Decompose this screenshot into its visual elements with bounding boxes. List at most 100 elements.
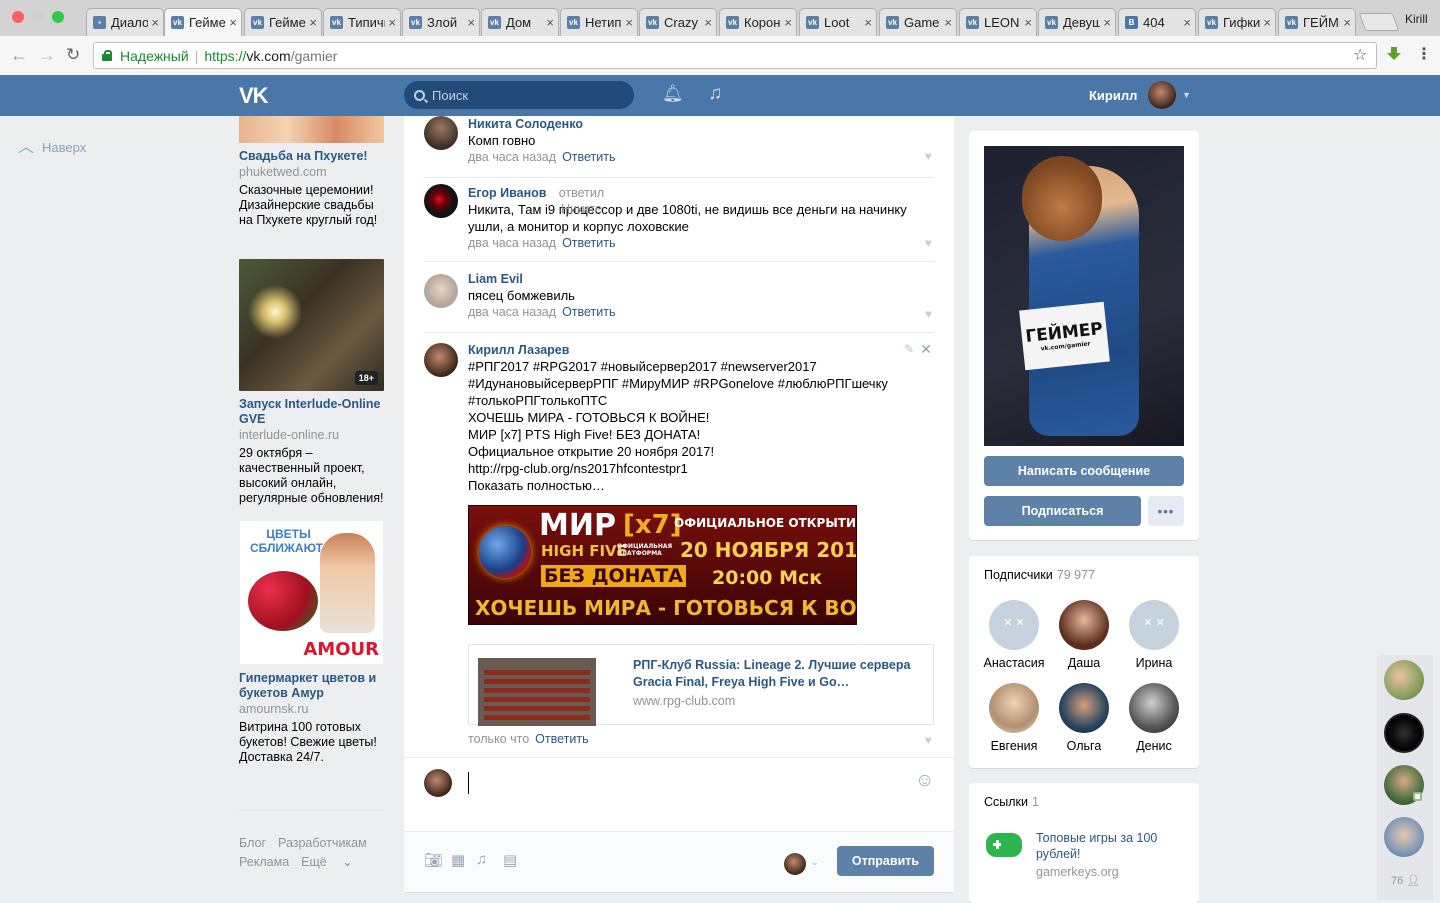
chevron-down-icon[interactable]: ▼ (1182, 90, 1191, 100)
browser-tab[interactable]: vk ГЕЙМЕР× (1278, 8, 1356, 36)
bookmark-star-icon[interactable]: ☆ (1353, 45, 1367, 65)
commenter-name[interactable]: Егор Иванов (468, 186, 546, 200)
bell-icon[interactable]: 🔔︎ (662, 84, 684, 104)
close-tab-icon[interactable]: × (1103, 15, 1111, 30)
browser-tab[interactable]: vk Девушки× (1038, 8, 1116, 36)
hashtags-line[interactable]: #ИдунановыйсерверРПГ #МируМИР #RPGonelov… (468, 375, 934, 392)
browser-tab[interactable]: vk Гифки × (1198, 8, 1276, 36)
emoji-smile-icon[interactable]: ☺ (915, 770, 934, 792)
subscriber[interactable]: Евгения (979, 683, 1049, 753)
scroll-up-button[interactable]: ︿ Наверх (18, 133, 86, 157)
link-preview-thumbnail[interactable] (478, 658, 596, 726)
close-tab-icon[interactable]: × (1024, 15, 1032, 30)
comment-time[interactable]: два часа назад (468, 305, 556, 319)
footer-dev-link[interactable]: Разработчикам (278, 836, 367, 850)
post-as-avatar[interactable] (784, 853, 806, 875)
camera-icon[interactable]: 📷︎ (424, 851, 443, 869)
hashtags-line[interactable]: #РПГ2017 #RPG2017 #новыйсервер2017 #news… (468, 358, 934, 375)
search-input[interactable]: Поиск (404, 81, 634, 109)
forward-arrow-icon[interactable]: → (38, 45, 56, 66)
comment-link[interactable]: http://rpg-club.org/ns2017hfcontestpr1 (468, 460, 934, 477)
commenter-name[interactable]: Liam Evil (468, 271, 934, 287)
like-heart-icon[interactable]: ♥ (925, 236, 932, 250)
close-tab-icon[interactable]: × (704, 15, 712, 30)
reply-target[interactable]: ответил Никите (546, 185, 616, 217)
like-heart-icon[interactable]: ♥ (925, 733, 932, 747)
more-options-button[interactable]: ••• (1148, 496, 1184, 526)
browser-tab[interactable]: vk Game × (879, 8, 957, 36)
show-more-link[interactable]: Показать полностью… (468, 477, 934, 494)
ad-title[interactable]: Запуск Interlude-Online GVE (239, 397, 384, 427)
close-tab-icon[interactable]: × (1343, 15, 1351, 30)
ad-item[interactable]: 18+ Запуск Interlude-Online GVE interlud… (239, 259, 384, 506)
subscribe-button[interactable]: Подписаться (984, 496, 1141, 526)
browser-tab[interactable]: B 404 × (1118, 8, 1196, 36)
address-bar[interactable]: Надежный | https:// vk.com /gamier (93, 42, 1377, 69)
send-button[interactable]: Отправить (837, 846, 934, 876)
browser-tab[interactable]: vk Нетипичный× (560, 8, 638, 36)
close-tab-icon[interactable]: × (625, 15, 633, 30)
ad-image[interactable]: ЦВЕТЫ СБЛИЖАЮТ! AMOUR (239, 520, 384, 665)
comment-time[interactable]: два часа назад (468, 236, 556, 250)
subscribers-header[interactable]: Подписчики 79 977 (984, 568, 1095, 582)
subscriber[interactable]: Денис (1119, 683, 1189, 753)
browser-tab[interactable]: vk Loot × (799, 8, 877, 36)
reload-icon[interactable]: ↻ (66, 45, 80, 65)
zoom-window-button[interactable] (52, 11, 64, 23)
chat-avatar[interactable] (1384, 713, 1424, 753)
minimize-window-button[interactable] (32, 11, 44, 23)
close-tab-icon[interactable]: × (944, 15, 952, 30)
reply-button[interactable]: Ответить (562, 305, 615, 319)
browser-tab[interactable]: vk Геймер× (164, 8, 242, 36)
commenter-avatar[interactable] (424, 184, 458, 218)
user-name[interactable]: Кирилл (1089, 88, 1137, 103)
ad-title[interactable]: Гипермаркет цветов и букетов Амур (239, 671, 384, 701)
ad-item[interactable]: ЦВЕТЫ СБЛИЖАЮТ! AMOUR Гипермаркет цветов… (239, 520, 384, 765)
footer-blog-link[interactable]: Блог (239, 836, 266, 850)
vk-logo[interactable]: VK (239, 83, 269, 109)
browser-menu-icon[interactable]: ⋮ (1416, 44, 1432, 64)
back-arrow-icon[interactable]: ← (10, 45, 28, 66)
chat-count[interactable]: 76 👤︎ (1391, 874, 1420, 887)
browser-tab[interactable]: vk Корона× (719, 8, 797, 36)
browser-tab[interactable]: vk Геймер× (244, 8, 322, 36)
link-title[interactable]: Топовые игры за 100 рублей! (1036, 830, 1186, 862)
browser-tab[interactable]: ▪ Диалоги× (86, 8, 164, 36)
subscriber[interactable]: Даша (1049, 600, 1119, 670)
browser-tab[interactable]: vk Злой × (402, 8, 480, 36)
subscriber[interactable]: Анастасия (979, 600, 1049, 670)
write-message-button[interactable]: Написать сообщение (984, 456, 1184, 486)
close-tab-icon[interactable]: × (151, 15, 159, 30)
commenter-name[interactable]: Кирилл Лазарев (468, 342, 934, 358)
ad-title[interactable]: Свадьба на Пхукете! (239, 149, 384, 164)
commenter-avatar[interactable] (424, 274, 458, 308)
link-preview-title[interactable]: РПГ-Клуб Russia: Lineage 2. Лучшие серве… (633, 657, 923, 691)
user-avatar[interactable] (1148, 81, 1176, 109)
audio-icon[interactable]: ♫ (476, 851, 487, 868)
new-tab-button[interactable] (1358, 13, 1400, 31)
close-tab-icon[interactable]: × (784, 15, 792, 30)
reply-button[interactable]: Ответить (562, 236, 615, 250)
close-tab-icon[interactable]: × (229, 15, 237, 30)
reply-button[interactable]: Ответить (562, 150, 615, 164)
chat-avatar[interactable] (1384, 660, 1424, 700)
commenter-name[interactable]: Никита Солоденко (468, 116, 934, 132)
close-tab-icon[interactable]: × (1263, 15, 1271, 30)
subscriber[interactable]: Ольга (1049, 683, 1119, 753)
reply-button[interactable]: Ответить (535, 732, 588, 746)
gamepad-icon[interactable] (986, 833, 1022, 857)
ad-image[interactable] (239, 116, 384, 143)
profile-photo[interactable]: ГЕЙМЕР vk.com/gamier (984, 146, 1184, 446)
delete-close-icon[interactable]: ✕ (920, 341, 932, 358)
promo-banner-image[interactable]: МИР [x7] HIGH FIVE ОФИЦИАЛЬНАЯ ПЛАТФОРМА… (468, 505, 857, 625)
hashtags-line[interactable]: #толькоРПГтолькоПТС (468, 392, 934, 409)
close-tab-icon[interactable]: × (309, 15, 317, 30)
comment-time[interactable]: только что (468, 732, 529, 746)
commenter-avatar[interactable] (424, 116, 458, 150)
chat-avatar[interactable] (1384, 817, 1424, 857)
close-tab-icon[interactable]: × (1183, 15, 1191, 30)
chevron-down-icon[interactable]: ⌄ (811, 857, 819, 868)
footer-ads-link[interactable]: Реклама (239, 855, 289, 869)
close-tab-icon[interactable]: × (467, 15, 475, 30)
document-icon[interactable]: ▤ (503, 851, 517, 869)
